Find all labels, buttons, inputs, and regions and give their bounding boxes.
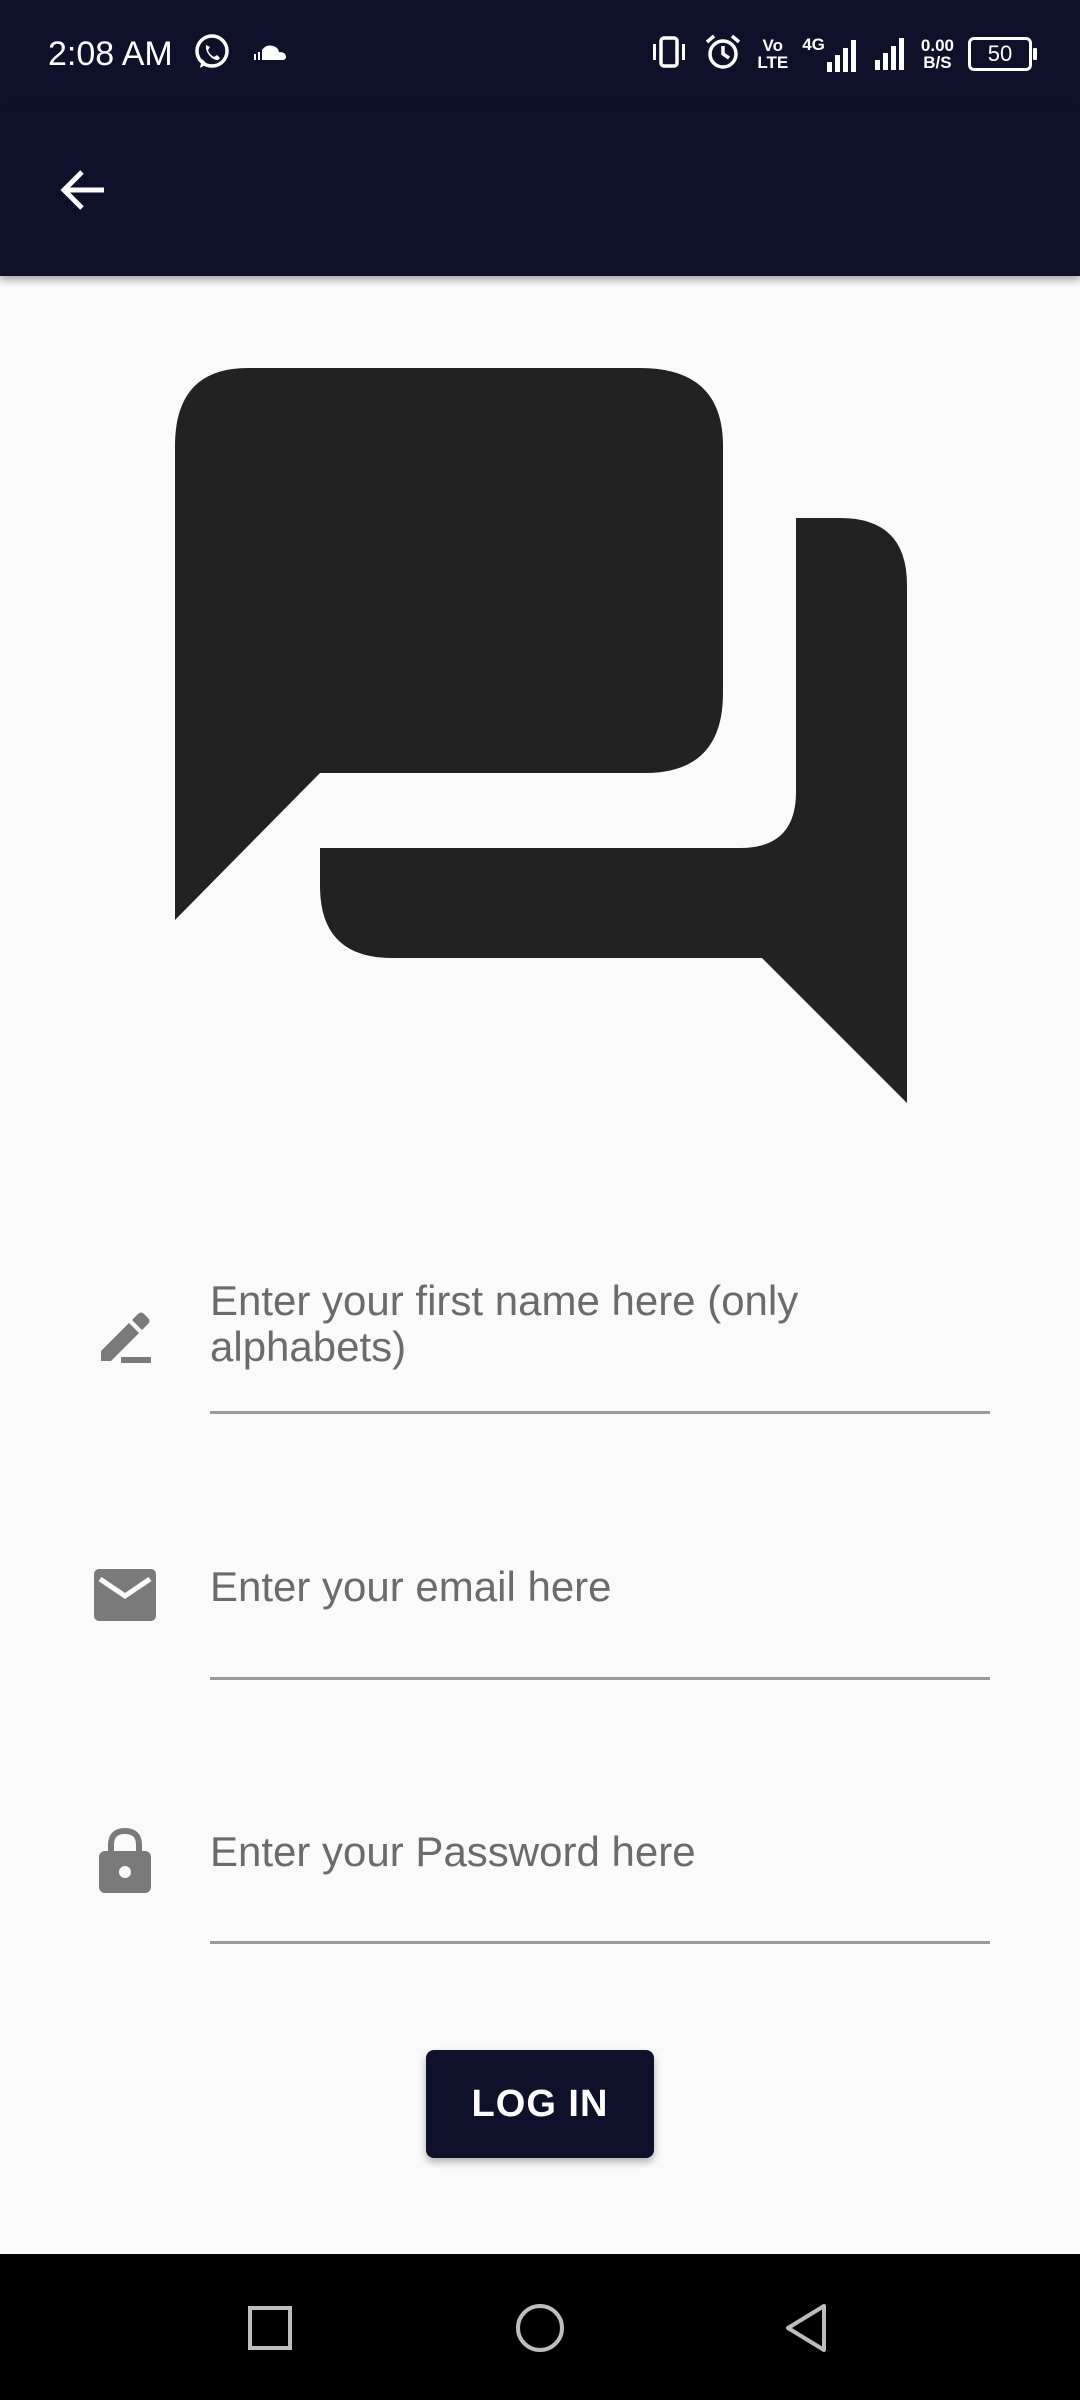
password-input[interactable] — [210, 1827, 990, 1877]
volte-label-top: Vo — [762, 36, 784, 55]
volte-icon: Vo LTE — [757, 37, 788, 71]
4g-signal-icon: 4G — [802, 36, 859, 72]
battery-level: 50 — [987, 41, 1013, 66]
first-name-row — [0, 1270, 1080, 1420]
email-input[interactable] — [210, 1562, 990, 1612]
app-logo — [170, 368, 910, 1108]
first-name-underline — [210, 1411, 990, 1414]
email-underline — [210, 1677, 990, 1680]
recents-button[interactable] — [230, 2290, 310, 2370]
email-row — [0, 1540, 1080, 1680]
navigation-bar — [0, 2254, 1080, 2400]
status-right-icons: Vo LTE 4G 0.00 B/S 50 — [649, 30, 1037, 78]
volte-label-bottom: LTE — [757, 53, 789, 72]
arrow-back-icon — [56, 162, 112, 223]
whatsapp-icon — [192, 32, 232, 77]
home-circle-icon — [514, 2302, 566, 2359]
battery-icon: 50 — [968, 37, 1037, 71]
app-bar — [0, 108, 1080, 276]
alarm-icon — [703, 32, 743, 77]
chat-bubbles-icon — [170, 368, 910, 1112]
speed-unit: B/S — [923, 53, 952, 72]
lock-icon — [88, 1823, 162, 1897]
network-speed: 0.00 B/S — [921, 37, 954, 71]
signal-icon — [873, 34, 907, 75]
vibrate-icon — [649, 32, 689, 77]
password-row — [0, 1805, 1080, 1945]
soundcloud-icon — [248, 40, 288, 69]
email-icon — [88, 1558, 162, 1632]
speed-value: 0.00 — [920, 36, 954, 55]
login-button[interactable]: LOG IN — [426, 2050, 654, 2158]
password-underline — [210, 1941, 990, 1944]
status-bar: 2:08 AM Vo LTE 4G 0.00 B/S 50 — [0, 0, 1080, 108]
pencil-icon — [88, 1298, 162, 1372]
back-button[interactable] — [36, 152, 132, 232]
back-triangle-icon — [782, 2302, 830, 2359]
status-time: 2:08 AM — [48, 35, 173, 73]
status-left-icons — [192, 32, 288, 76]
network-label: 4G — [802, 35, 825, 54]
recents-square-icon — [246, 2304, 294, 2357]
first-name-input[interactable] — [210, 1278, 990, 1370]
home-button[interactable] — [500, 2290, 580, 2370]
system-back-button[interactable] — [766, 2290, 846, 2370]
